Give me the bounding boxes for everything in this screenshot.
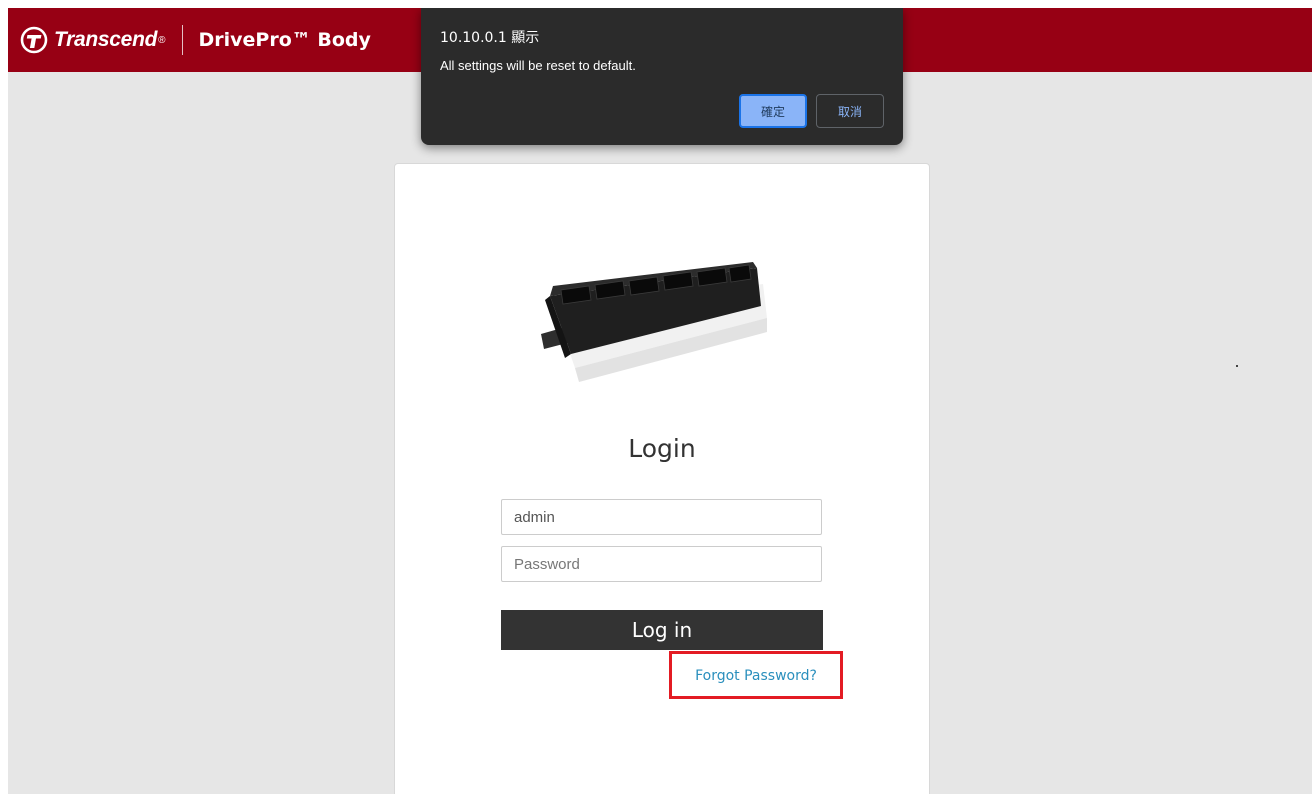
transcend-logo-icon <box>20 26 48 54</box>
forgot-password-highlight: Forgot Password? <box>669 651 843 699</box>
brand-name: Transcend <box>54 28 158 51</box>
forgot-password-link[interactable]: Forgot Password? <box>672 668 840 684</box>
password-field[interactable] <box>501 546 822 582</box>
dialog-message: All settings will be reset to default. <box>440 58 636 73</box>
brand-reg-mark: ® <box>158 34 166 46</box>
brand-divider <box>181 25 183 55</box>
confirm-dialog: 10.10.0.1 顯示 All settings will be reset … <box>421 8 903 145</box>
brand: Transcend ® DrivePro™ Body <box>20 8 371 72</box>
dialog-cancel-button[interactable]: 取消 <box>816 94 884 128</box>
login-button[interactable]: Log in <box>501 610 823 650</box>
username-field[interactable] <box>501 499 822 535</box>
login-title: Login <box>628 434 696 463</box>
dialog-origin: 10.10.0.1 顯示 <box>440 30 540 46</box>
stray-dot <box>1236 365 1238 367</box>
dialog-ok-button[interactable]: 確定 <box>739 94 807 128</box>
product-name: DrivePro™ Body <box>198 29 371 51</box>
login-card: Login Log in Forgot Password? <box>394 163 930 794</box>
browser-viewport: Transcend ® DrivePro™ Body Login admin L… <box>8 8 1312 794</box>
docking-station-image <box>541 262 767 382</box>
